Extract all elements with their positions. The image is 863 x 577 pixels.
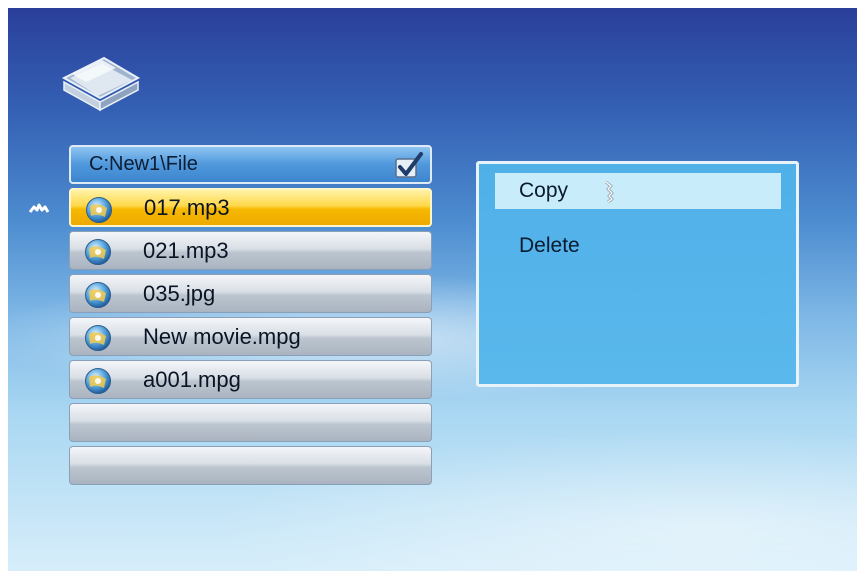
media-file-icon (84, 238, 112, 266)
media-player-screen: C:New1\File 017.mp3 021.mp3 035.jpg New mov… (8, 8, 857, 571)
context-menu: Copy Delete (476, 161, 799, 387)
file-name: New movie.mpg (143, 323, 301, 349)
media-file-icon (84, 367, 112, 395)
scroll-up-icon[interactable] (28, 201, 50, 215)
empty-file-row (69, 446, 432, 485)
file-row[interactable]: 035.jpg (69, 274, 432, 313)
checkmark-icon[interactable] (394, 151, 424, 179)
menu-item-delete[interactable]: Delete (495, 228, 781, 264)
media-file-icon (84, 281, 112, 309)
file-name: 021.mp3 (143, 237, 229, 263)
file-row[interactable]: 017.mp3 (69, 188, 432, 227)
media-file-icon (85, 196, 113, 224)
file-name: 017.mp3 (144, 194, 230, 220)
file-name: 035.jpg (143, 280, 216, 306)
menu-item-label: Copy (519, 179, 569, 202)
file-row[interactable]: a001.mpg (69, 360, 432, 399)
current-path: C:New1\File (89, 153, 198, 175)
file-list: 017.mp3 021.mp3 035.jpg New movie.mpg a001.m… (69, 188, 432, 489)
menu-item-label: Delete (519, 234, 580, 257)
hand-cursor-icon (602, 180, 618, 204)
empty-file-row (69, 403, 432, 442)
file-row[interactable]: New movie.mpg (69, 317, 432, 356)
file-row[interactable]: 021.mp3 (69, 231, 432, 270)
menu-item-copy[interactable]: Copy (495, 173, 781, 209)
folder-icon (61, 56, 141, 112)
media-file-icon (84, 324, 112, 352)
file-name: a001.mpg (143, 366, 241, 392)
path-bar: C:New1\File (69, 145, 432, 184)
